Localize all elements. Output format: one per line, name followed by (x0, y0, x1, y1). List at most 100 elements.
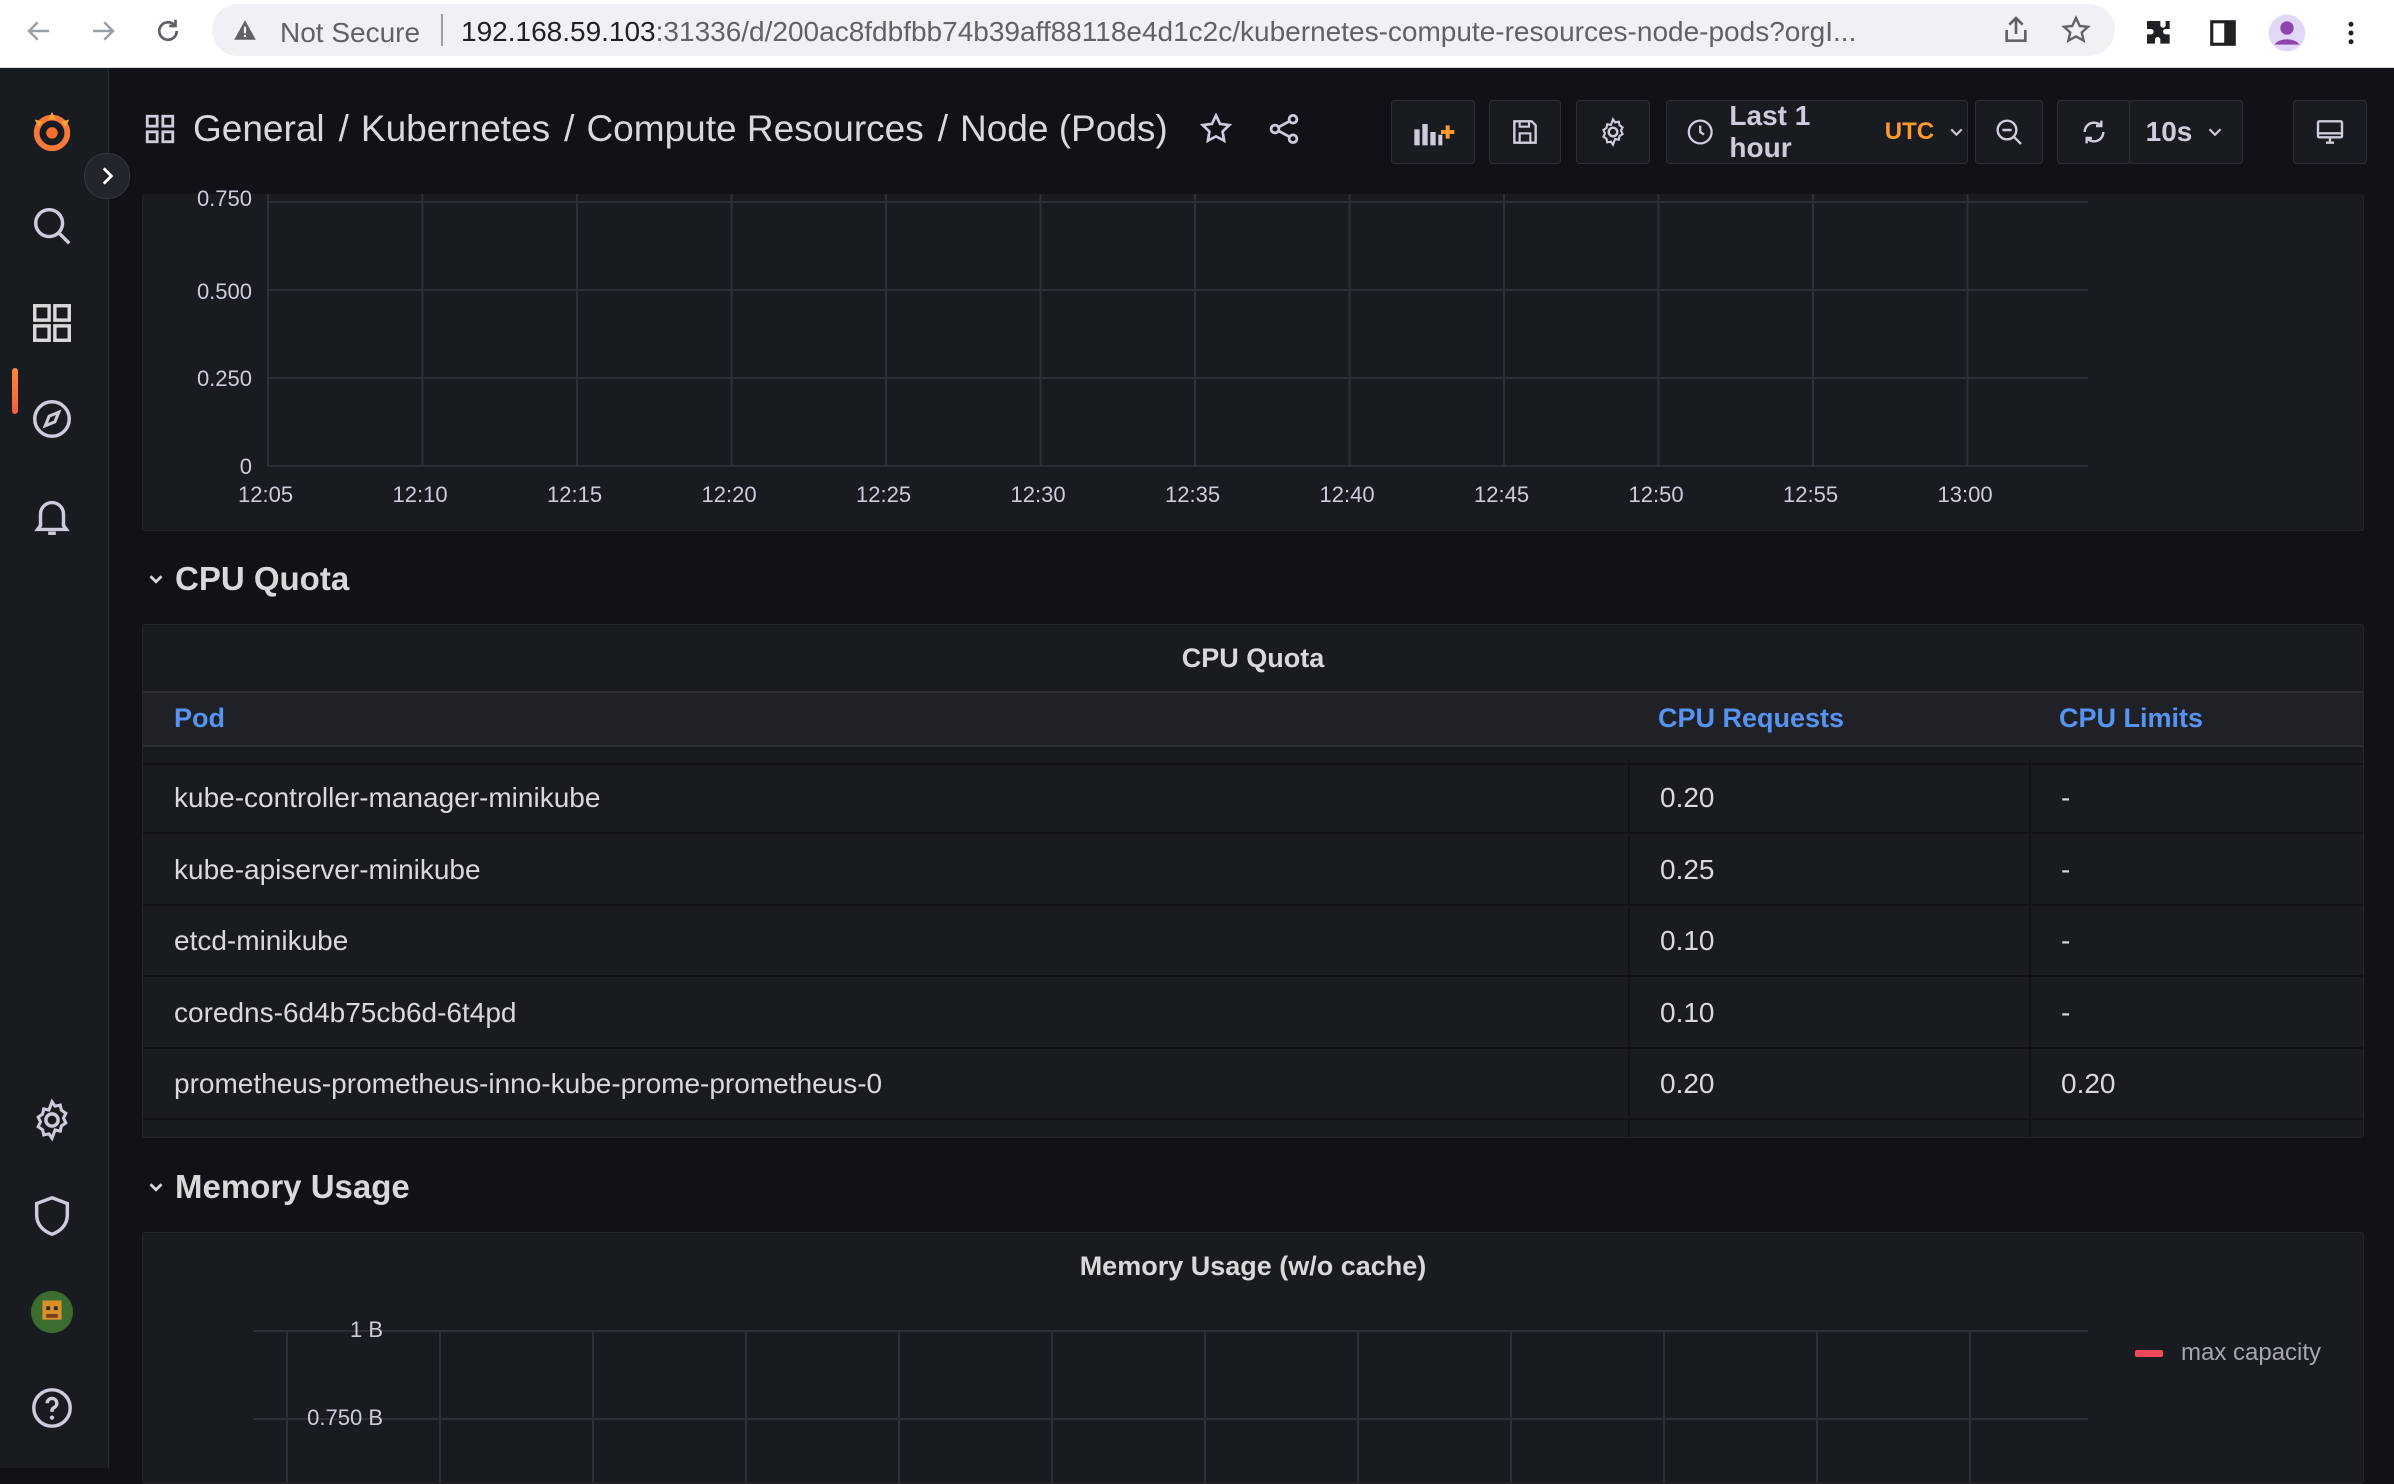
column-header-cpu-requests[interactable]: CPU Requests (1658, 703, 1844, 734)
cell-cpu-limits: - (2061, 925, 2071, 956)
cell-pod: coredns-6d4b75cb6d-6t4pd (174, 997, 517, 1028)
x-tick-label: 12:55 (1783, 482, 1839, 507)
page-title[interactable]: Node (Pods) (960, 108, 1168, 150)
gear-icon (1602, 117, 1624, 147)
share-icon[interactable] (1266, 111, 1302, 147)
row-toggle-cpu-quota[interactable]: CPU Quota (145, 560, 349, 598)
cell-cpu-limits: - (2061, 854, 2071, 885)
table-header: Pod CPU Requests CPU Limits (143, 691, 2363, 747)
reload-icon[interactable] (145, 8, 191, 54)
star-icon[interactable] (1198, 111, 1234, 147)
y-tick-label: 0.750 B (307, 1405, 383, 1430)
zoom-out-button[interactable] (1975, 100, 2043, 164)
breadcrumb-separator: / (338, 108, 349, 149)
profile-avatar[interactable] (2264, 10, 2310, 56)
x-tick-label: 12:15 (547, 482, 603, 507)
table-row: coredns-6d4b75cb6d-6t4pd 0.10 - (143, 977, 2363, 1049)
side-menu (0, 68, 109, 1468)
row-title: Memory Usage (175, 1168, 410, 1205)
forward-icon[interactable] (80, 8, 126, 54)
warning-icon (234, 20, 256, 40)
breadcrumb-item[interactable]: Compute Resources (586, 108, 923, 150)
active-indicator (12, 368, 18, 414)
server-admin-shield-icon[interactable] (22, 1186, 82, 1246)
share-icon[interactable] (2000, 14, 2032, 46)
table-row: kube-controller-manager-minikube 0.20 - (143, 762, 2363, 834)
y-tick-label: 0.750 (196, 186, 252, 211)
explore-compass-icon[interactable] (22, 389, 82, 449)
breadcrumb-separator: / (937, 108, 948, 149)
dashboard-settings-button[interactable] (1576, 100, 1650, 164)
table-row: prometheus-prometheus-inno-kube-prome-pr… (143, 1048, 2363, 1120)
y-tick-label: 0.500 (196, 279, 252, 304)
column-header-cpu-limits[interactable]: CPU Limits (2059, 703, 2203, 734)
x-tick-label: 12:50 (1628, 482, 1684, 507)
address-bar[interactable]: Not Secure 192.168.59.103:31336/d/200ac8… (212, 4, 2115, 56)
add-panel-button[interactable] (1391, 100, 1475, 164)
cell-cpu-requests: 0.20 (1660, 1068, 1715, 1099)
cell-cpu-limits: - (2061, 997, 2071, 1028)
row-toggle-memory-usage[interactable]: Memory Usage (145, 1168, 410, 1206)
x-tick-label: 12:25 (856, 482, 912, 507)
legend-item[interactable]: max capacity (2135, 1339, 2321, 1367)
url-text[interactable]: 192.168.59.103:31336/d/200ac8fdbfbb74b39… (461, 16, 1981, 48)
grafana-logo-icon[interactable] (22, 101, 82, 161)
legend-label: max capacity (2181, 1339, 2322, 1366)
configuration-gear-icon[interactable] (22, 1090, 82, 1150)
cell-pod: prometheus-prometheus-inno-kube-prome-pr… (174, 1068, 883, 1099)
save-dashboard-button[interactable] (1489, 100, 1561, 164)
x-tick-label: 12:30 (1010, 482, 1066, 507)
bookmark-star-icon[interactable] (2060, 14, 2092, 46)
security-label: Not Secure (280, 17, 421, 48)
extensions-icon[interactable] (2136, 10, 2182, 56)
row-title: CPU Quota (175, 560, 350, 597)
chevron-down-icon (149, 1183, 163, 1192)
time-range-label: Last 1 hour (1729, 100, 1811, 163)
zoom-out-icon (1996, 119, 2022, 145)
browser-menu-icon[interactable] (2328, 10, 2374, 56)
y-tick-label: 0.250 (196, 366, 252, 391)
view-mode-button[interactable] (2293, 100, 2367, 164)
cell-cpu-requests: 0.25 (1660, 854, 1715, 885)
search-icon[interactable] (22, 196, 82, 256)
memory-usage-panel: Memory Usage (w/o cache) 1 B 0.750 B max… (142, 1232, 2364, 1484)
cell-cpu-requests: 0.10 (1660, 925, 1715, 956)
monitor-icon (2316, 120, 2344, 144)
time-picker-button[interactable]: Last 1 hour UTC (1666, 100, 1968, 164)
divider (441, 14, 443, 46)
chevron-down-icon (2209, 128, 2222, 137)
y-tick-label: 1 B (349, 1317, 383, 1342)
cpu-quota-panel: CPU Quota Pod CPU Requests CPU Limits ku… (142, 624, 2364, 1138)
timezone-label: UTC (1884, 118, 1935, 145)
x-tick-label: 12:05 (238, 482, 294, 507)
clock-icon (1687, 119, 1713, 145)
column-header-pod[interactable]: Pod (174, 703, 225, 734)
x-tick-label: 12:45 (1474, 482, 1530, 507)
breadcrumb-item[interactable]: Kubernetes (361, 108, 550, 150)
cell-cpu-requests: 0.10 (1660, 997, 1715, 1028)
cell-pod: kube-apiserver-minikube (174, 854, 481, 885)
legend-color-swatch (2135, 1349, 2163, 1357)
cpu-usage-graph (267, 194, 2088, 467)
side-panel-icon[interactable] (2200, 10, 2246, 56)
breadcrumb-folder[interactable]: General (193, 108, 325, 150)
refresh-button[interactable] (2057, 100, 2131, 164)
table-row: kube-apiserver-minikube 0.25 - (143, 834, 2363, 906)
y-tick-label: 0 (239, 454, 252, 479)
cpu-usage-panel: 0.750 0.500 0.250 0 12:05 12:10 12:15 12:20… (142, 186, 2364, 531)
refresh-interval-picker[interactable]: 10s (2129, 100, 2243, 164)
add-panel-icon (1414, 124, 1455, 146)
expand-menu-button[interactable] (84, 153, 130, 199)
cell-pod: kube-controller-manager-minikube (174, 782, 601, 813)
refresh-icon (2083, 120, 2105, 144)
dashboards-icon[interactable] (22, 293, 82, 353)
user-avatar[interactable] (22, 1282, 82, 1342)
panel-title: CPU Quota (1181, 643, 1325, 673)
alerting-bell-icon[interactable] (22, 486, 82, 546)
browser-toolbar: Not Secure 192.168.59.103:31336/d/200ac8… (0, 0, 2394, 68)
chevron-down-icon (1950, 128, 1963, 137)
help-icon[interactable] (22, 1378, 82, 1438)
cell-cpu-requests: 0.20 (1660, 782, 1715, 813)
back-icon[interactable] (16, 8, 62, 54)
x-tick-label: 12:20 (701, 482, 757, 507)
